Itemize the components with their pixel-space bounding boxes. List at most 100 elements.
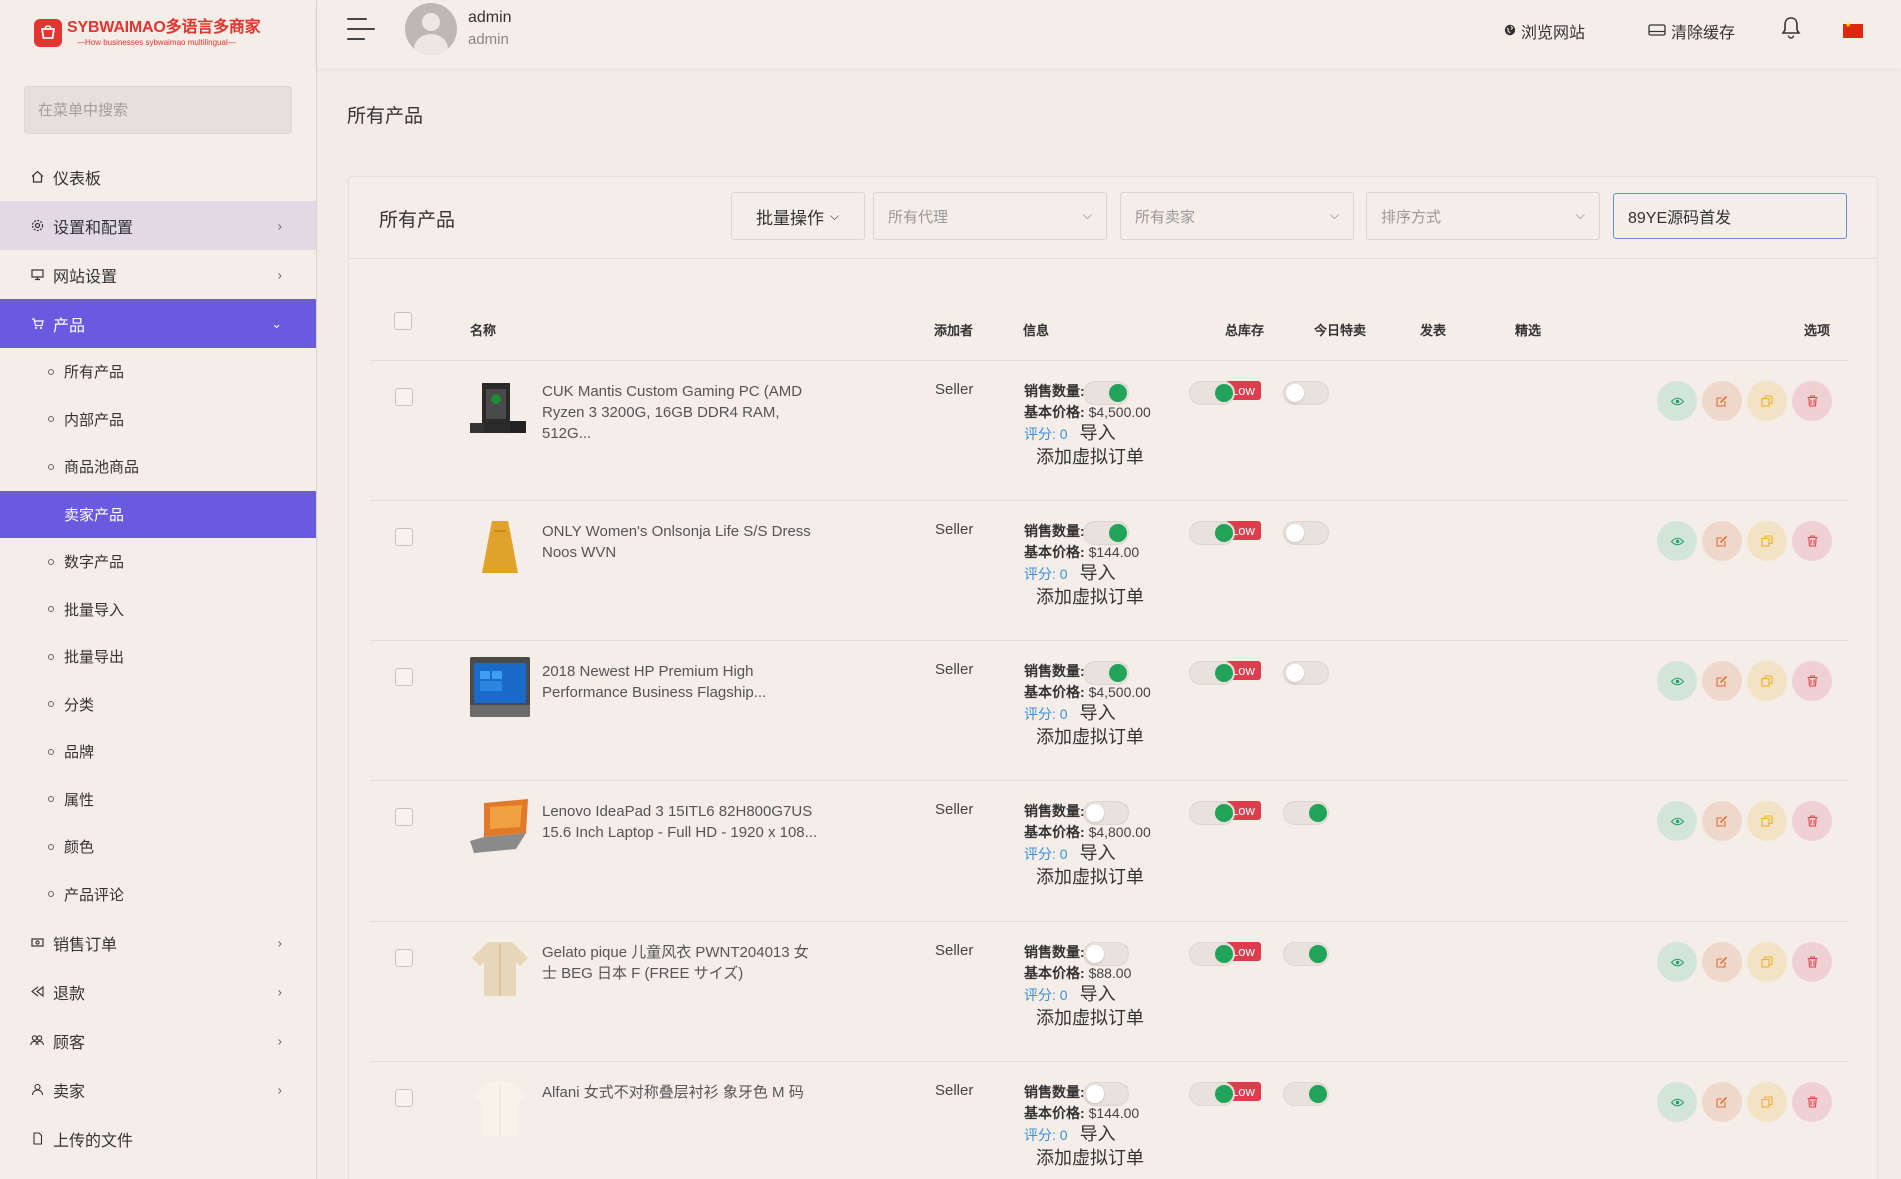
sidebar-sub-colors[interactable]: 颜色 [0, 823, 316, 871]
view-button[interactable] [1657, 1082, 1697, 1122]
todays-deal-toggle[interactable] [1083, 942, 1129, 966]
product-thumbnail[interactable] [470, 517, 530, 577]
todays-deal-toggle[interactable] [1083, 1082, 1129, 1106]
column-header-info[interactable]: 信息 [1023, 320, 1049, 339]
sidebar-sub-inhouse-products[interactable]: 内部产品 [0, 396, 316, 444]
import-link[interactable]: 导入 [1080, 703, 1116, 723]
view-button[interactable] [1657, 521, 1697, 561]
product-thumbnail[interactable] [470, 797, 530, 857]
product-thumbnail[interactable] [470, 377, 530, 437]
edit-button[interactable] [1702, 942, 1742, 982]
column-header-added-by[interactable]: 添加者 [934, 320, 973, 339]
add-virtual-order-link[interactable]: 添加虚拟订单 [1036, 587, 1144, 608]
edit-button[interactable] [1702, 1082, 1742, 1122]
sidebar-sub-digital-products[interactable]: 数字产品 [0, 538, 316, 586]
avatar[interactable] [405, 3, 457, 55]
sidebar-sub-bulk-import[interactable]: 批量导入 [0, 586, 316, 634]
featured-toggle[interactable] [1283, 521, 1329, 545]
sidebar-item-customers[interactable]: 顾客 › [0, 1016, 316, 1065]
product-name[interactable]: ONLY Women's Onlsonja Life S/S Dress Noo… [542, 521, 822, 563]
edit-button[interactable] [1702, 661, 1742, 701]
agent-filter-select[interactable]: 所有代理 ⌵ [873, 192, 1107, 240]
column-header-published[interactable]: 发表 [1420, 320, 1446, 339]
featured-toggle[interactable] [1283, 942, 1329, 966]
sort-select[interactable]: 排序方式 ⌵ [1366, 192, 1600, 240]
published-toggle[interactable] [1189, 942, 1235, 966]
sidebar-sub-brands[interactable]: 品牌 [0, 728, 316, 776]
featured-toggle[interactable] [1283, 381, 1329, 405]
delete-button[interactable] [1792, 801, 1832, 841]
delete-button[interactable] [1792, 1082, 1832, 1122]
product-name[interactable]: 2018 Newest HP Premium High Performance … [542, 661, 822, 703]
product-name[interactable]: Alfani 女式不对称叠层衬衫 象牙色 M 码 [542, 1082, 822, 1103]
sidebar-sub-pool-products[interactable]: 商品池商品 [0, 443, 316, 491]
published-toggle[interactable] [1189, 801, 1235, 825]
product-thumbnail[interactable] [470, 938, 530, 998]
todays-deal-toggle[interactable] [1083, 381, 1129, 405]
row-checkbox[interactable] [395, 808, 413, 826]
import-link[interactable]: 导入 [1080, 423, 1116, 443]
sidebar-sub-bulk-export[interactable]: 批量导出 [0, 633, 316, 681]
add-virtual-order-link[interactable]: 添加虚拟订单 [1036, 1008, 1144, 1029]
row-checkbox[interactable] [395, 388, 413, 406]
add-virtual-order-link[interactable]: 添加虚拟订单 [1036, 447, 1151, 468]
product-name[interactable]: Gelato pique 儿童风衣 PWNT204013 女士 BEG 日本 F… [542, 942, 822, 984]
column-header-stock[interactable]: 总库存 [1225, 320, 1264, 339]
sidebar-item-dashboard[interactable]: 仪表板 [0, 152, 316, 201]
published-toggle[interactable] [1189, 381, 1235, 405]
sidebar-item-refunds[interactable]: 退款 › [0, 967, 316, 1016]
seller-filter-select[interactable]: 所有卖家 ⌵ [1120, 192, 1354, 240]
product-thumbnail[interactable] [470, 657, 530, 717]
view-button[interactable] [1657, 661, 1697, 701]
bell-icon[interactable] [1780, 16, 1802, 40]
add-virtual-order-link[interactable]: 添加虚拟订单 [1036, 867, 1151, 888]
duplicate-button[interactable] [1747, 661, 1787, 701]
product-thumbnail[interactable] [470, 1078, 530, 1138]
sidebar-sub-categories[interactable]: 分类 [0, 681, 316, 729]
duplicate-button[interactable] [1747, 1082, 1787, 1122]
china-flag-icon[interactable] [1843, 21, 1863, 38]
bulk-action-dropdown[interactable]: 批量操作 ⌵ [731, 192, 865, 240]
sidebar-sub-all-products[interactable]: 所有产品 [0, 348, 316, 396]
row-checkbox[interactable] [395, 949, 413, 967]
product-name[interactable]: CUK Mantis Custom Gaming PC (AMD Ryzen 3… [542, 381, 822, 444]
view-button[interactable] [1657, 801, 1697, 841]
published-toggle[interactable] [1189, 1082, 1235, 1106]
sidebar-item-products[interactable]: 产品 ⌄ [0, 299, 316, 348]
logo[interactable]: SYBWAIMAO多语言多商家 —How businesses sybwaima… [0, 0, 316, 66]
todays-deal-toggle[interactable] [1083, 661, 1129, 685]
import-link[interactable]: 导入 [1080, 984, 1116, 1004]
sidebar-item-settings[interactable]: 设置和配置 › [0, 201, 316, 250]
duplicate-button[interactable] [1747, 801, 1787, 841]
edit-button[interactable] [1702, 521, 1742, 561]
duplicate-button[interactable] [1747, 942, 1787, 982]
delete-button[interactable] [1792, 521, 1832, 561]
import-link[interactable]: 导入 [1080, 843, 1116, 863]
featured-toggle[interactable] [1283, 661, 1329, 685]
published-toggle[interactable] [1189, 521, 1235, 545]
clear-cache-link[interactable]: 清除缓存 [1648, 19, 1735, 43]
sidebar-sub-attributes[interactable]: 属性 [0, 776, 316, 824]
duplicate-button[interactable] [1747, 381, 1787, 421]
sidebar-sub-seller-products[interactable]: 卖家产品 [0, 490, 316, 538]
edit-button[interactable] [1702, 381, 1742, 421]
menu-search-input[interactable] [24, 86, 292, 134]
import-link[interactable]: 导入 [1080, 563, 1116, 583]
sidebar-item-orders[interactable]: 销售订单 › [0, 918, 316, 967]
select-all-checkbox[interactable] [394, 312, 412, 330]
sidebar-item-uploads[interactable]: 上传的文件 [0, 1114, 316, 1163]
sidebar-sub-reviews[interactable]: 产品评论 [0, 871, 316, 919]
delete-button[interactable] [1792, 381, 1832, 421]
row-checkbox[interactable] [395, 1089, 413, 1107]
browse-website-link[interactable]: 浏览网站 [1504, 19, 1585, 43]
column-header-name[interactable]: 名称 [470, 320, 496, 339]
add-virtual-order-link[interactable]: 添加虚拟订单 [1036, 727, 1151, 748]
menu-toggle-icon[interactable] [347, 18, 375, 42]
sidebar-item-website[interactable]: 网站设置 › [0, 250, 316, 299]
view-button[interactable] [1657, 942, 1697, 982]
product-name[interactable]: Lenovo IdeaPad 3 15ITL6 82H800G7US 15.6 … [542, 801, 822, 843]
delete-button[interactable] [1792, 661, 1832, 701]
column-header-featured[interactable]: 精选 [1515, 320, 1541, 339]
product-search-input[interactable] [1613, 193, 1847, 239]
delete-button[interactable] [1792, 942, 1832, 982]
